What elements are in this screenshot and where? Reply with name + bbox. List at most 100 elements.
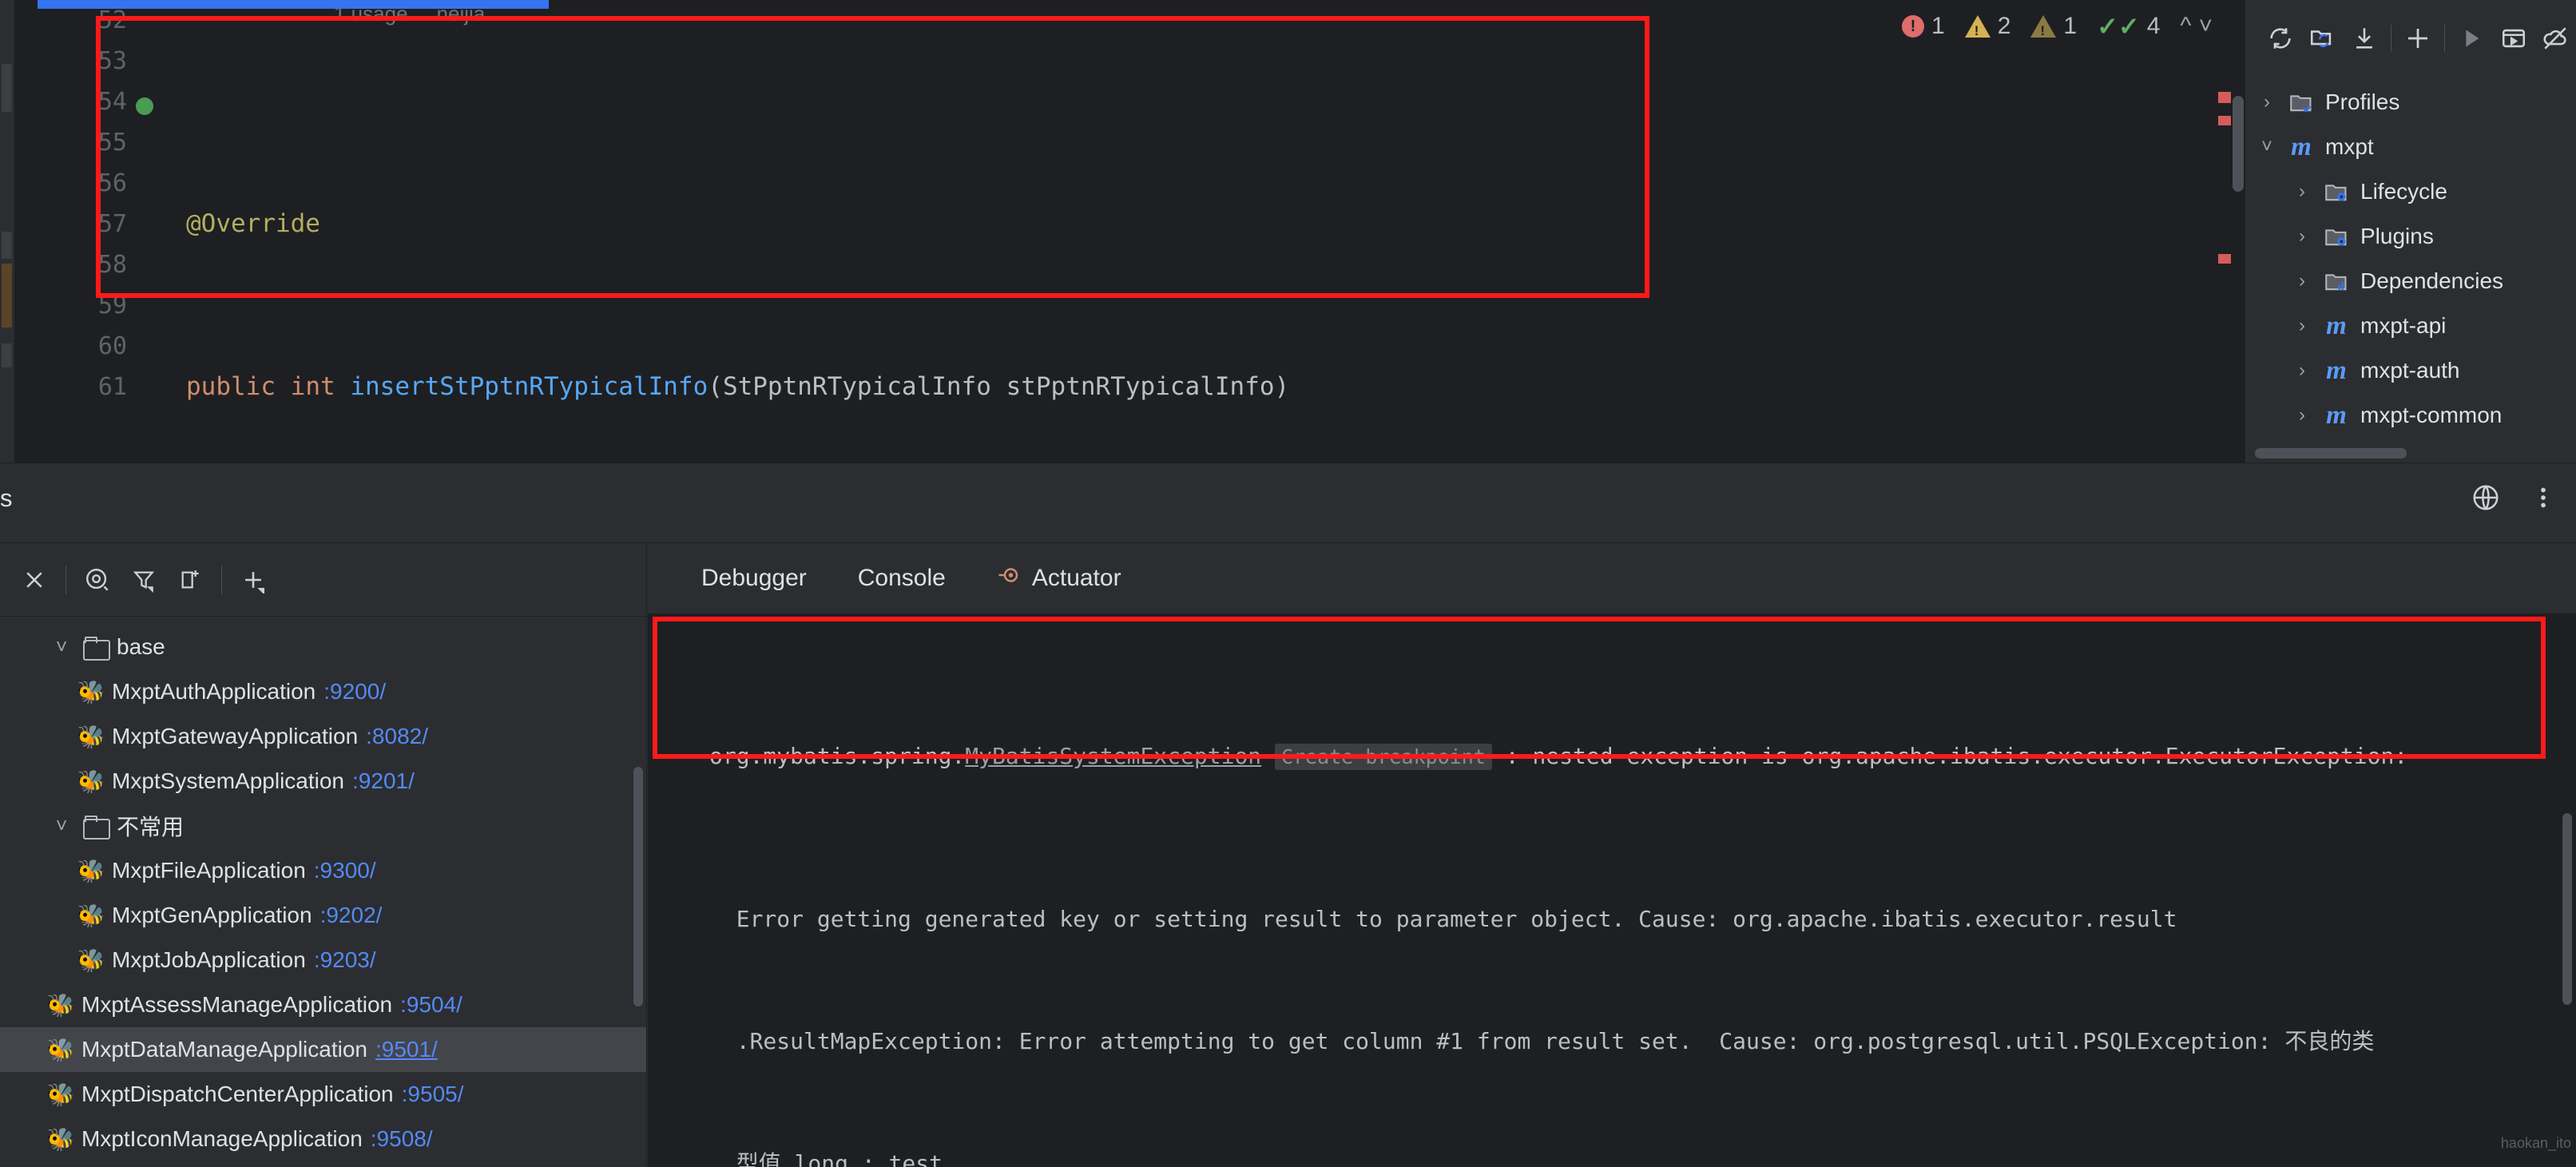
services-folder-uncommon[interactable]: ˅ 不常用 — [0, 804, 646, 848]
chevron-right-icon[interactable]: › — [2292, 225, 2312, 248]
chevron-right-icon[interactable]: › — [2292, 404, 2312, 427]
services-item-port[interactable]: :9501/ — [375, 1037, 438, 1062]
reload-icon[interactable] — [2260, 16, 2301, 61]
exception-package: org.mybatis.spring. — [709, 743, 966, 769]
console-exception-line2: Error getting generated key or setting r… — [709, 906, 2177, 932]
line-number: 60 — [97, 332, 127, 360]
editor-code-content[interactable]: 1 usage neijia @Override public int inser… — [138, 0, 2233, 1053]
services-item-mxptjobapplication[interactable]: 🐝 MxptJobApplication :9203/ — [0, 938, 646, 982]
maven-tree-item-mxpt-auth[interactable]: › m mxpt-auth — [2245, 348, 2576, 393]
new-tab-icon[interactable] — [167, 557, 213, 603]
chevron-right-icon[interactable]: › — [2292, 181, 2312, 203]
maven-tree-item-profiles[interactable]: › Profiles — [2245, 80, 2576, 125]
services-item-mxpticonmanageapplication[interactable]: 🐝 MxptIconManageApplication :9508/ — [0, 1117, 646, 1161]
chevron-down-icon[interactable]: ˅ — [48, 815, 75, 838]
execute-goal-icon[interactable] — [2492, 16, 2534, 61]
create-breakpoint-chip[interactable]: Create breakpoint — [1275, 744, 1492, 770]
next-problem-icon[interactable]: ˅ — [2198, 13, 2213, 40]
warning-icon — [1964, 15, 1991, 39]
error-stripe-mark[interactable] — [2218, 116, 2231, 125]
services-folder-base[interactable]: ˅ base — [0, 625, 646, 669]
chevron-right-icon[interactable]: › — [2292, 315, 2312, 337]
services-item-mxptgenapplication[interactable]: 🐝 MxptGenApplication :9202/ — [0, 893, 646, 938]
tab-debugger[interactable]: Debugger — [676, 543, 832, 613]
services-vertical-scrollbar[interactable] — [633, 767, 643, 1006]
chevron-down-icon[interactable]: ˅ — [48, 636, 75, 659]
maven-tree-item-dependencies[interactable]: › Dependencies — [2245, 259, 2576, 304]
tab-actuator[interactable]: Actuator — [971, 543, 1147, 613]
code-line-53[interactable]: public int insertStPptnRTypicalInfo(StPp… — [138, 367, 2233, 407]
services-item-label: base — [117, 634, 165, 659]
maven-tool-window[interactable]: › Profiles ˅ m mxpt › Lifecycle › Plugin… — [2245, 0, 2576, 463]
maven-horizontal-scrollbar[interactable] — [2255, 448, 2407, 458]
services-item-mxptgatewayapplication[interactable]: 🐝 MxptGatewayApplication :8082/ — [0, 714, 646, 759]
services-item-port[interactable]: :9300/ — [314, 858, 376, 883]
show-icon[interactable] — [74, 557, 121, 603]
chevron-right-icon[interactable]: › — [2256, 91, 2277, 113]
maven-tree-item-mxpt-api[interactable]: › m mxpt-api — [2245, 304, 2576, 348]
services-item-port[interactable]: :9504/ — [400, 992, 462, 1018]
code-line-52[interactable]: @Override — [138, 204, 2233, 244]
console-exception-header[interactable]: org.mybatis.spring.MyBatisSystemExceptio… — [665, 736, 2576, 776]
maven-toolbar[interactable] — [2245, 0, 2576, 77]
services-item-mxptdatamanageapplication[interactable]: 🐝 MxptDataManageApplication :9501/ — [0, 1027, 646, 1072]
editor-tab-underline — [38, 0, 549, 9]
services-item-mxptfileapplication[interactable]: 🐝 MxptFileApplication :9300/ — [0, 848, 646, 893]
code-editor[interactable]: 52 53 54 55 56 57 58 59 60 61 1 usage nei… — [0, 0, 2576, 1053]
services-tree[interactable]: ˅ base 🐝 MxptAuthApplication :9200/ 🐝 Mx… — [0, 617, 646, 1167]
maven-tree-item-mxpt[interactable]: ˅ m mxpt — [2245, 125, 2576, 169]
services-item-mxptauthapplication[interactable]: 🐝 MxptAuthApplication :9200/ — [0, 669, 646, 714]
error-stripe-mark[interactable] — [2218, 254, 2231, 264]
services-item-port[interactable]: :9202/ — [320, 903, 383, 928]
chevron-down-icon[interactable]: ˅ — [2256, 136, 2277, 158]
close-icon[interactable] — [11, 557, 58, 603]
filter-icon[interactable] — [121, 557, 167, 603]
add-icon[interactable] — [2397, 16, 2439, 61]
inspection-widget[interactable]: ! 1 2 1 ✓✓ 4 ^ ˅ — [1902, 8, 2213, 45]
line-number-column: 52 53 54 55 56 57 58 59 60 61 — [98, 0, 127, 407]
previous-problem-icon[interactable]: ^ — [2180, 13, 2191, 40]
globe-icon[interactable] — [2467, 479, 2504, 516]
editor-vertical-scrollbar[interactable] — [2233, 96, 2244, 192]
services-item-port[interactable]: :9203/ — [314, 947, 376, 973]
console-output[interactable]: org.mybatis.spring.MyBatisSystemExceptio… — [648, 613, 2576, 1167]
services-list-pane[interactable]: ˅ base 🐝 MxptAuthApplication :9200/ 🐝 Mx… — [0, 543, 647, 1167]
toggle-offline-icon[interactable] — [2534, 16, 2576, 61]
services-item-port[interactable]: :9508/ — [371, 1126, 433, 1152]
reload-project-icon[interactable] — [2301, 16, 2343, 61]
services-tool-window[interactable]: s ˅ base 🐝 MxptAuthApplication:9200/ 🐝 … — [0, 463, 2576, 1167]
services-item-mxptdispatchcenterapplication[interactable]: 🐝 MxptDispatchCenterApplication :9505/ — [0, 1072, 646, 1117]
error-stripe-mark[interactable] — [2218, 92, 2231, 103]
services-item-mxptsystemapplication[interactable]: 🐝 MxptSystemApplication :9201/ — [0, 759, 646, 804]
chevron-right-icon[interactable]: › — [2292, 270, 2312, 292]
run-console-pane[interactable]: Debugger Console Actuator org.mybatis.sp… — [648, 543, 2576, 1167]
error-icon: ! — [1902, 15, 1925, 38]
checkmark-icon: ✓✓ — [2097, 12, 2140, 41]
editor-gutter[interactable]: 52 53 54 55 56 57 58 59 60 61 — [14, 0, 153, 463]
maven-tree-item-lifecycle[interactable]: › Lifecycle — [2245, 169, 2576, 214]
services-item-label: MxptAssessManageApplication — [81, 992, 393, 1017]
services-header-actions[interactable] — [2467, 479, 2562, 516]
tab-console[interactable]: Console — [832, 543, 971, 613]
exception-class-link[interactable]: MyBatisSystemException — [965, 743, 1261, 769]
more-options-icon[interactable] — [2525, 479, 2562, 516]
services-item-mxptmapapplication[interactable]: 🐝 MxptMapApplication :9506/ — [0, 1161, 646, 1167]
line-number: 55 — [97, 129, 127, 157]
console-tab-bar[interactable]: Debugger Console Actuator — [648, 543, 2576, 613]
services-toolbar[interactable] — [0, 543, 646, 617]
console-vertical-scrollbar[interactable] — [2562, 813, 2572, 1005]
services-item-port[interactable]: :9201/ — [352, 768, 415, 794]
maven-tree-item-mxpt-common[interactable]: › m mxpt-common — [2245, 393, 2576, 438]
services-item-port[interactable]: :9505/ — [402, 1082, 464, 1107]
download-sources-icon[interactable] — [2344, 16, 2385, 61]
folder-icon — [83, 637, 110, 661]
add-icon[interactable] — [230, 557, 276, 603]
maven-project-tree[interactable]: › Profiles ˅ m mxpt › Lifecycle › Plugin… — [2245, 77, 2576, 438]
run-icon[interactable] — [2451, 16, 2492, 61]
services-item-port[interactable]: :9200/ — [323, 679, 386, 705]
maven-tree-item-plugins[interactable]: › Plugins — [2245, 214, 2576, 259]
debug-bug-icon: 🐝 — [77, 679, 105, 705]
services-item-port[interactable]: :8082/ — [366, 724, 428, 749]
services-item-mxptassessmanageapplication[interactable]: 🐝 MxptAssessManageApplication :9504/ — [0, 982, 646, 1027]
chevron-right-icon[interactable]: › — [2292, 359, 2312, 382]
